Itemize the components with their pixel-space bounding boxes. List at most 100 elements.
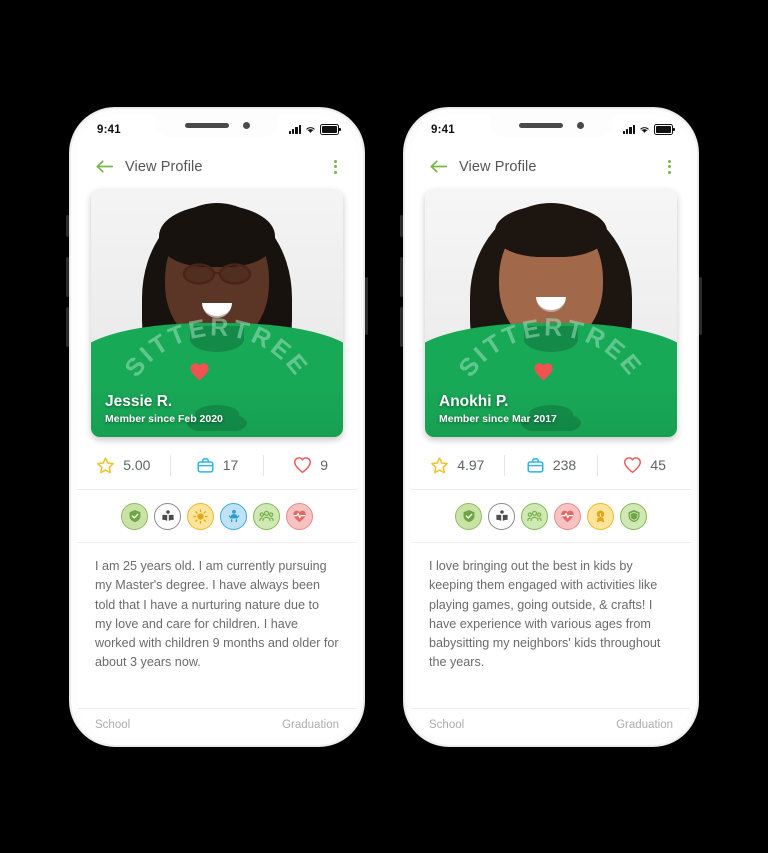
school-label[interactable]: School <box>429 719 464 731</box>
briefcase-icon <box>197 457 214 473</box>
shield-check-icon <box>463 510 474 523</box>
book-reader-icon <box>495 510 508 522</box>
status-bar-icons <box>288 124 341 135</box>
kebab-menu-icon[interactable] <box>330 157 341 178</box>
group-people-icon <box>527 510 542 521</box>
phone-mockup-left: 9:41 View Profile SITTERTREE Jessie R. M… <box>66 106 368 747</box>
stat-rating-value: 4.97 <box>457 457 485 474</box>
kebab-menu-icon[interactable] <box>664 157 675 178</box>
badge-medal-award[interactable]: 1 <box>587 502 614 530</box>
profile-bio: I love bringing out the best in kids by … <box>429 559 661 669</box>
svg-text:SITTERTREE: SITTERTREE <box>119 314 314 383</box>
badge-heart-pulse[interactable] <box>554 502 581 530</box>
back-arrow-icon[interactable] <box>95 159 114 174</box>
photo-name-overlay: Jessie R. Member since Feb 2020 <box>91 383 343 438</box>
stat-rating[interactable]: 5.00 <box>77 456 170 475</box>
page-title: View Profile <box>459 158 537 175</box>
phone-screen: 9:41 View Profile <box>77 114 357 739</box>
bottom-fields-row: School Graduation <box>411 707 691 739</box>
stat-jobs[interactable]: 238 <box>505 456 598 475</box>
book-reader-icon <box>161 510 174 522</box>
app-header: View Profile <box>77 142 357 188</box>
heart-logo-icon <box>534 363 553 381</box>
heart-icon <box>294 456 312 473</box>
status-bar-clock: 9:41 <box>97 123 121 136</box>
member-since-label: Member since Mar 2017 <box>439 413 557 426</box>
volume-down-button[interactable] <box>400 306 403 347</box>
star-icon <box>431 457 449 474</box>
profile-photo-card[interactable]: SITTERTREE Anokhi P. Member since Mar 20… <box>425 189 677 438</box>
badge-shield-check[interactable] <box>455 502 482 530</box>
heart-icon <box>624 456 642 473</box>
sun-icon <box>193 509 208 524</box>
badge-shield-check[interactable] <box>121 502 148 530</box>
badges-row <box>77 490 357 544</box>
wifi-icon <box>640 127 649 133</box>
profile-name: Anokhi P. <box>439 393 509 411</box>
cellular-signal-icon <box>288 125 301 134</box>
phone-screen: 9:41 View Profile <box>411 114 691 739</box>
profile-photo-card[interactable]: SITTERTREE Jessie R. Member since Feb 20… <box>91 189 343 438</box>
badge-heart-pulse[interactable] <box>286 502 313 530</box>
stat-favorites-value: 9 <box>320 457 329 474</box>
volume-down-button[interactable] <box>66 306 69 347</box>
stat-favorites[interactable]: 45 <box>598 456 691 475</box>
group-people-icon <box>259 510 274 521</box>
badge-group-people[interactable] <box>521 502 548 530</box>
stats-row: 5.00 17 9 <box>77 441 357 491</box>
battery-icon <box>320 124 341 135</box>
volume-up-button[interactable] <box>400 256 403 297</box>
status-bar-icons <box>622 124 675 135</box>
briefcase-icon <box>527 457 544 473</box>
battery-icon <box>654 124 675 135</box>
graduation-label[interactable]: Graduation <box>616 719 673 731</box>
power-button[interactable] <box>699 276 702 335</box>
heart-pulse-icon <box>293 510 306 522</box>
badge-book-reader[interactable] <box>154 502 181 530</box>
stats-row: 4.97 238 45 <box>411 441 691 491</box>
photo-hair-front <box>495 205 607 258</box>
svg-text:1: 1 <box>599 512 602 518</box>
photo-hair-front <box>159 205 275 268</box>
wifi-icon <box>306 127 315 133</box>
silent-switch-button[interactable] <box>400 214 403 237</box>
stat-jobs-value: 238 <box>552 457 577 474</box>
school-label[interactable]: School <box>95 719 130 731</box>
back-arrow-icon[interactable] <box>429 159 448 174</box>
badge-group-people[interactable] <box>253 502 280 530</box>
badge-baby[interactable] <box>220 502 247 530</box>
stat-jobs[interactable]: 17 <box>171 456 264 475</box>
stat-rating-value: 5.00 <box>123 457 151 474</box>
badges-row: 1 <box>411 490 691 544</box>
shield-check-icon <box>129 510 140 523</box>
profile-bio: I am 25 years old. I am currently pursui… <box>95 559 339 669</box>
shield-badge-icon <box>628 510 639 523</box>
member-since-label: Member since Feb 2020 <box>105 413 223 426</box>
status-bar: 9:41 <box>77 115 357 143</box>
page-title: View Profile <box>125 158 203 175</box>
photo-name-overlay: Anokhi P. Member since Mar 2017 <box>425 383 677 438</box>
stat-favorites-value: 45 <box>650 457 666 474</box>
graduation-label[interactable]: Graduation <box>282 719 339 731</box>
heart-logo-icon <box>190 363 209 381</box>
badge-sun[interactable] <box>187 502 214 530</box>
status-bar: 9:41 <box>411 115 691 143</box>
app-header: View Profile <box>411 142 691 188</box>
cellular-signal-icon <box>622 125 635 134</box>
profile-name: Jessie R. <box>105 393 173 411</box>
bottom-fields-row: School Graduation <box>77 707 357 739</box>
medal-award-icon: 1 <box>596 510 605 523</box>
badge-shield[interactable] <box>620 502 647 530</box>
stat-favorites[interactable]: 9 <box>264 456 357 475</box>
baby-icon <box>228 510 239 523</box>
volume-up-button[interactable] <box>66 256 69 297</box>
status-bar-clock: 9:41 <box>431 123 455 136</box>
badge-book-reader[interactable] <box>488 502 515 530</box>
power-button[interactable] <box>365 276 368 335</box>
silent-switch-button[interactable] <box>66 214 69 237</box>
stat-rating[interactable]: 4.97 <box>411 456 504 475</box>
star-icon <box>97 457 115 474</box>
heart-pulse-icon <box>561 510 574 522</box>
phone-mockup-right: 9:41 View Profile SITTERTREE Anokhi P. M… <box>400 106 702 747</box>
screenshot-stage: 9:41 View Profile SITTERTREE Jessie R. M… <box>0 0 768 853</box>
